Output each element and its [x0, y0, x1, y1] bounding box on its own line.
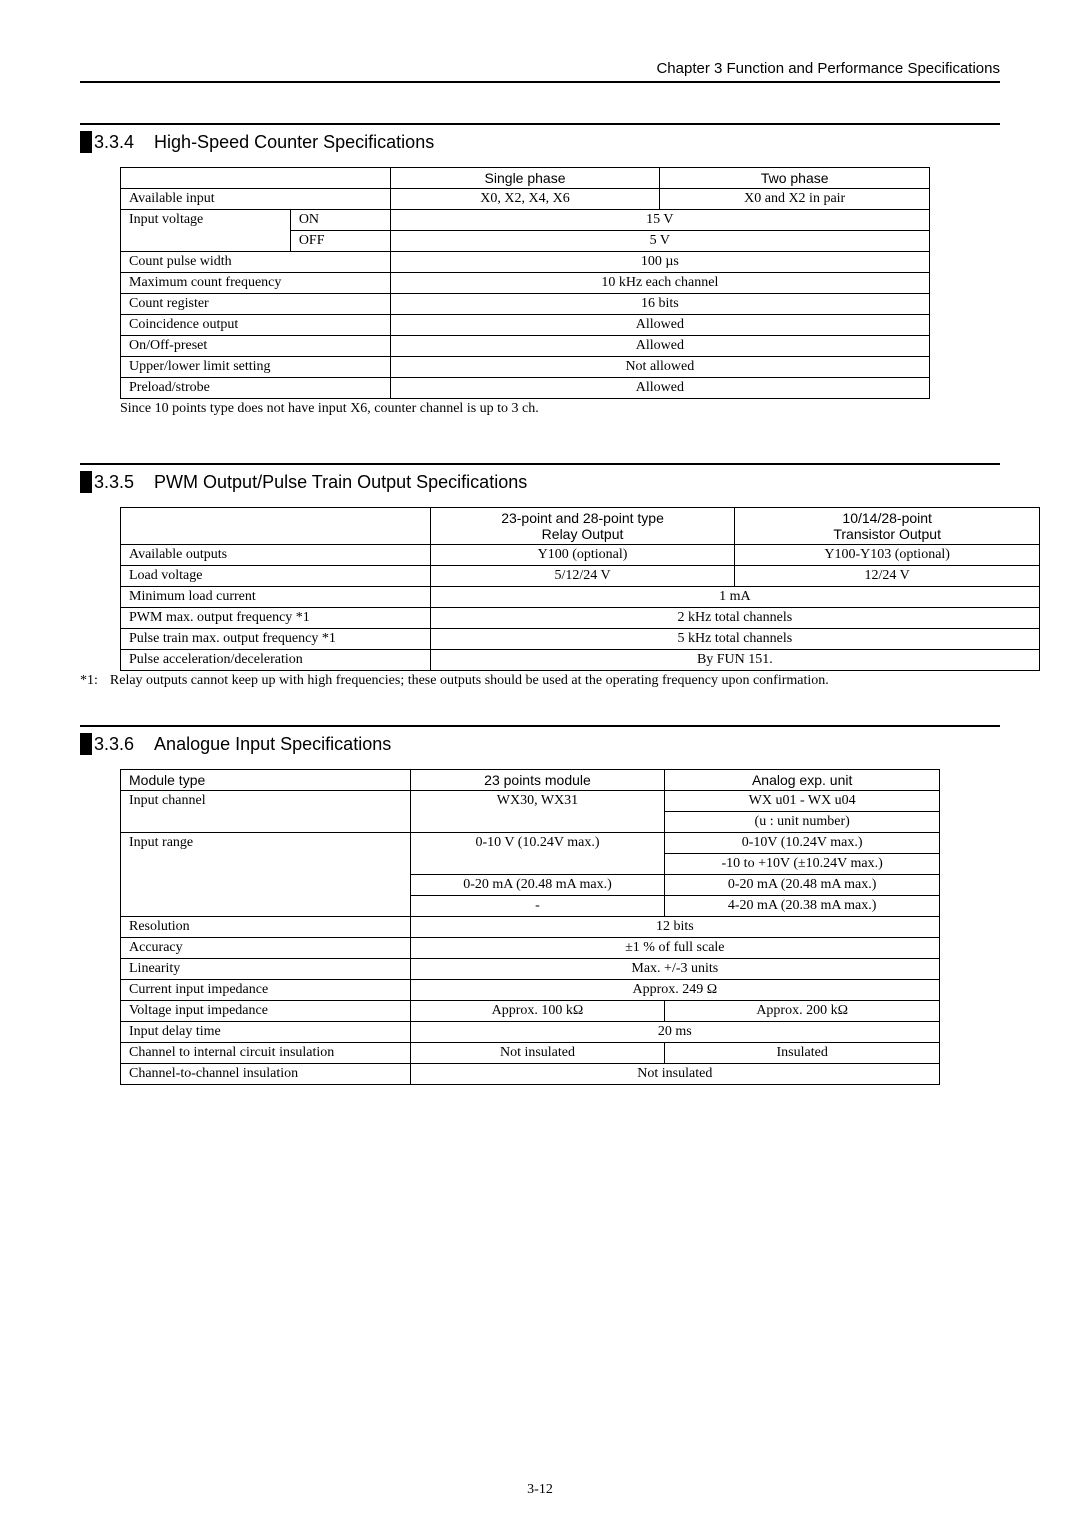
cell-value: Approx. 100 kΩ — [410, 1001, 665, 1022]
cell-value: - — [410, 896, 665, 917]
section-marker — [80, 471, 92, 493]
cell-value: Y100 (optional) — [430, 545, 735, 566]
row-label: Accuracy — [121, 938, 411, 959]
cell-value: X0, X2, X4, X6 — [390, 189, 660, 210]
col-header: Two phase — [660, 168, 930, 189]
cell-value: WX u01 - WX u04 — [665, 791, 940, 812]
chapter-header: Chapter 3 Function and Performance Speci… — [80, 60, 1000, 83]
row-label: Resolution — [121, 917, 411, 938]
row-label: Pulse train max. output frequency *1 — [121, 629, 431, 650]
cell-value: Insulated — [665, 1043, 940, 1064]
cell-value: Approx. 249 Ω — [410, 980, 939, 1001]
cell-value: Allowed — [390, 378, 929, 399]
cell-value: 20 ms — [410, 1022, 939, 1043]
section-title: High-Speed Counter Specifications — [154, 132, 434, 153]
row-label: Input range — [121, 833, 411, 917]
row-label: Available outputs — [121, 545, 431, 566]
row-label: Linearity — [121, 959, 411, 980]
cell-value: -10 to +10V (±10.24V max.) — [665, 854, 940, 875]
col-header: Module type — [121, 770, 411, 791]
cell-value: Not insulated — [410, 1043, 665, 1064]
cell-value: 5 V — [390, 231, 929, 252]
row-label: Load voltage — [121, 566, 431, 587]
row-label: Pulse acceleration/deceleration — [121, 650, 431, 671]
cell-value: 0-20 mA (20.48 mA max.) — [410, 875, 665, 896]
row-label: PWM max. output frequency *1 — [121, 608, 431, 629]
cell-value: Not insulated — [410, 1064, 939, 1085]
row-label: Input delay time — [121, 1022, 411, 1043]
cell-value: Y100-Y103 (optional) — [735, 545, 1040, 566]
section-number: 3.3.4 — [94, 132, 134, 153]
row-sublabel: ON — [290, 210, 390, 231]
cell-value: 100 µs — [390, 252, 929, 273]
section-marker — [80, 131, 92, 153]
cell-value: 5/12/24 V — [430, 566, 735, 587]
cell-value: 1 mA — [430, 587, 1039, 608]
section-title: Analogue Input Specifications — [154, 734, 391, 755]
row-label: Maximum count frequency — [121, 273, 391, 294]
row-label: Upper/lower limit setting — [121, 357, 391, 378]
cell-value: Not allowed — [390, 357, 929, 378]
table-caption: Since 10 points type does not have input… — [120, 401, 1000, 417]
cell-value: 12 bits — [410, 917, 939, 938]
table-335: 23-point and 28-point type Relay Output … — [120, 507, 1040, 671]
section-334: 3.3.4 High-Speed Counter Specifications … — [80, 123, 1000, 417]
col-header: Analog exp. unit — [665, 770, 940, 791]
table-336: Module type 23 points module Analog exp.… — [120, 769, 940, 1085]
cell-value: Approx. 200 kΩ — [665, 1001, 940, 1022]
row-label: Channel to internal circuit insulation — [121, 1043, 411, 1064]
row-label: Voltage input impedance — [121, 1001, 411, 1022]
cell-value: 2 kHz total channels — [430, 608, 1039, 629]
cell-value: X0 and X2 in pair — [660, 189, 930, 210]
cell-value: Max. +/-3 units — [410, 959, 939, 980]
cell-value: 15 V — [390, 210, 929, 231]
footnote: *1: Relay outputs cannot keep up with hi… — [80, 673, 1000, 689]
cell-value: 5 kHz total channels — [430, 629, 1039, 650]
row-label: Input voltage — [121, 210, 291, 252]
cell-value: WX30, WX31 — [410, 791, 665, 833]
row-label: Coincidence output — [121, 315, 391, 336]
section-title: PWM Output/Pulse Train Output Specificat… — [154, 472, 527, 493]
cell-value: 0-10V (10.24V max.) — [665, 833, 940, 854]
row-label: Minimum load current — [121, 587, 431, 608]
cell-value: ±1 % of full scale — [410, 938, 939, 959]
cell-value: 0-20 mA (20.48 mA max.) — [665, 875, 940, 896]
col-header: 10/14/28-point Transistor Output — [735, 508, 1040, 545]
section-336: 3.3.6 Analogue Input Specifications Modu… — [80, 725, 1000, 1085]
table-334: Single phase Two phase Available input X… — [120, 167, 930, 399]
col-header: 23-point and 28-point type Relay Output — [430, 508, 735, 545]
col-header: 23 points module — [410, 770, 665, 791]
footnote-text: Relay outputs cannot keep up with high f… — [110, 673, 829, 689]
col-header: Single phase — [390, 168, 660, 189]
cell-value: 4-20 mA (20.38 mA max.) — [665, 896, 940, 917]
cell-value: (u : unit number) — [665, 812, 940, 833]
section-335: 3.3.5 PWM Output/Pulse Train Output Spec… — [80, 463, 1000, 689]
cell-value: By FUN 151. — [430, 650, 1039, 671]
section-number: 3.3.5 — [94, 472, 134, 493]
cell-value: Allowed — [390, 315, 929, 336]
row-label: Preload/strobe — [121, 378, 391, 399]
cell-value: 16 bits — [390, 294, 929, 315]
row-label: Channel-to-channel insulation — [121, 1064, 411, 1085]
cell-value: 12/24 V — [735, 566, 1040, 587]
row-label: On/Off-preset — [121, 336, 391, 357]
row-label: Count pulse width — [121, 252, 391, 273]
cell-value: 10 kHz each channel — [390, 273, 929, 294]
row-label: Current input impedance — [121, 980, 411, 1001]
section-marker — [80, 733, 92, 755]
row-label: Count register — [121, 294, 391, 315]
page-number: 3-12 — [0, 1482, 1080, 1498]
cell-value: 0-10 V (10.24V max.) — [410, 833, 665, 875]
section-number: 3.3.6 — [94, 734, 134, 755]
row-sublabel: OFF — [290, 231, 390, 252]
row-label: Available input — [121, 189, 391, 210]
cell-value: Allowed — [390, 336, 929, 357]
row-label: Input channel — [121, 791, 411, 833]
footnote-marker: *1: — [80, 673, 98, 689]
